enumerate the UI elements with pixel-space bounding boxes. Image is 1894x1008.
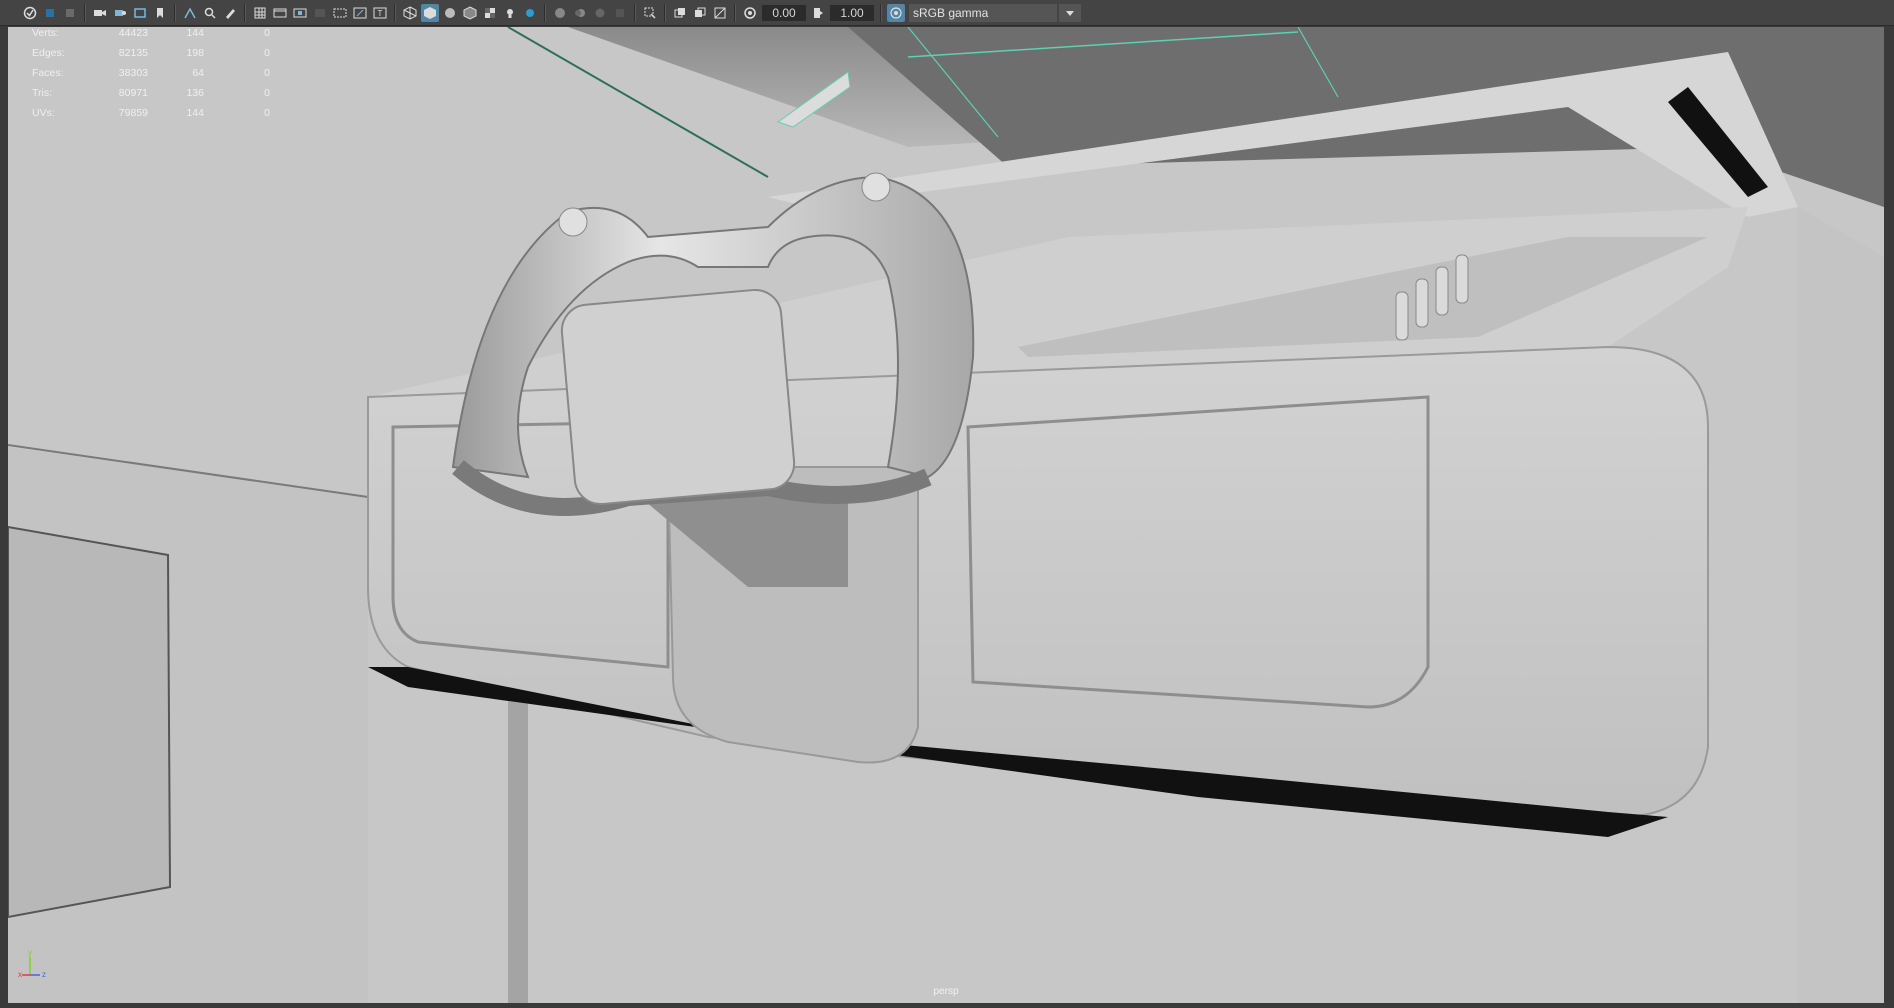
select-camera-icon[interactable] bbox=[21, 4, 39, 22]
hud-value-selected: 64 bbox=[192, 67, 204, 79]
hud-label: Verts: bbox=[32, 27, 59, 39]
chevron-down-icon[interactable] bbox=[1059, 3, 1081, 22]
hud-value-selected: 144 bbox=[186, 27, 204, 39]
resolution-gate-icon[interactable] bbox=[291, 4, 309, 22]
safe-action-icon[interactable] bbox=[351, 4, 369, 22]
depth-of-field-icon[interactable] bbox=[611, 4, 629, 22]
axis-x-label: x bbox=[18, 970, 22, 979]
axis-y-label: y bbox=[28, 948, 32, 957]
camera-icon[interactable] bbox=[91, 4, 109, 22]
camera-tools-group bbox=[20, 0, 80, 26]
xray-joints-icon[interactable] bbox=[691, 4, 709, 22]
hud-label: Faces: bbox=[32, 67, 64, 79]
film-gate-icon[interactable] bbox=[271, 4, 289, 22]
color-management-icon[interactable] bbox=[887, 3, 905, 22]
right-wall bbox=[1798, 207, 1884, 1003]
image-plane-icon[interactable] bbox=[131, 4, 149, 22]
anti-aliasing-icon[interactable] bbox=[591, 4, 609, 22]
hud-value-selected: 136 bbox=[186, 87, 204, 99]
left-wall-panel bbox=[8, 525, 172, 919]
lock-camera-icon[interactable] bbox=[41, 4, 59, 22]
lighting-icon[interactable] bbox=[501, 4, 519, 22]
hud-value-total: 79859 bbox=[118, 107, 148, 119]
hud-value-extra: 0 bbox=[264, 67, 270, 79]
hud-label: Tris: bbox=[32, 87, 53, 99]
gamma-icon[interactable] bbox=[809, 4, 827, 22]
hud-value-total: 44423 bbox=[118, 27, 148, 39]
hud-value-total: 38303 bbox=[118, 67, 148, 79]
motion-blur-icon[interactable] bbox=[571, 4, 589, 22]
field-chart-icon[interactable] bbox=[331, 4, 349, 22]
hud-value-selected: 144 bbox=[186, 107, 204, 119]
axis-z-label: z bbox=[42, 970, 46, 979]
two-d-pan-icon[interactable] bbox=[181, 4, 199, 22]
shaded-wireframe-icon[interactable] bbox=[461, 4, 479, 22]
scene-render[interactable] bbox=[8, 27, 1884, 1003]
toolbar-separator bbox=[664, 3, 666, 22]
bookmark-icon[interactable] bbox=[61, 4, 79, 22]
svg-text:T: T bbox=[378, 9, 383, 18]
safe-title-icon[interactable]: T bbox=[371, 4, 389, 22]
ambient-occlusion-icon[interactable] bbox=[551, 4, 569, 22]
toolbar-separator bbox=[634, 3, 636, 22]
hud-value-total: 82135 bbox=[118, 47, 148, 59]
grease-pencil-icon[interactable] bbox=[221, 4, 239, 22]
gate-mask-icon[interactable] bbox=[311, 4, 329, 22]
color-management-group: sRGB gamma bbox=[886, 0, 1081, 26]
toolbar-separator bbox=[544, 3, 546, 22]
hud-value-selected: 198 bbox=[186, 47, 204, 59]
camera-attributes-icon[interactable] bbox=[111, 4, 129, 22]
shadows-icon[interactable] bbox=[521, 4, 539, 22]
exposure-gamma-group: 0.00 1.00 bbox=[740, 0, 876, 26]
camera-attribute-group bbox=[90, 0, 170, 26]
toolbar-separator bbox=[734, 3, 736, 22]
bookmark-flag-icon[interactable] bbox=[151, 4, 169, 22]
hud-value-total: 80971 bbox=[118, 87, 148, 99]
toolbar-separator bbox=[84, 3, 86, 22]
hud-value-extra: 0 bbox=[264, 87, 270, 99]
exposure-icon[interactable] bbox=[741, 4, 759, 22]
wireframe-icon[interactable] bbox=[401, 4, 419, 22]
viewport-toolbar: T 0.00 1.00 sRGB gamma bbox=[0, 0, 1894, 26]
render-effects-group bbox=[550, 0, 630, 26]
toolbar-separator bbox=[244, 3, 246, 22]
shading-group bbox=[400, 0, 540, 26]
default-material-icon[interactable] bbox=[441, 4, 459, 22]
support-pillar bbox=[508, 667, 528, 1003]
toolbar-separator bbox=[174, 3, 176, 22]
zoom-icon[interactable] bbox=[201, 4, 219, 22]
camera-name-label: persp bbox=[933, 986, 959, 997]
hud-value-extra: 0 bbox=[264, 27, 270, 39]
grid-icon[interactable] bbox=[251, 4, 269, 22]
toolbar-separator bbox=[394, 3, 396, 22]
color-space-dropdown[interactable]: sRGB gamma bbox=[909, 3, 1057, 22]
gamma-field[interactable]: 1.00 bbox=[830, 4, 874, 21]
backface-culling-icon[interactable] bbox=[711, 4, 729, 22]
smooth-shade-icon[interactable] bbox=[421, 3, 439, 22]
pan-zoom-group bbox=[180, 0, 240, 26]
perspective-viewport[interactable]: Verts: 44423 144 0 Edges: 82135 198 0 Fa… bbox=[8, 27, 1884, 1003]
xray-group bbox=[670, 0, 730, 26]
hud-value-extra: 0 bbox=[264, 107, 270, 119]
toolbar-separator bbox=[880, 3, 882, 22]
hud-label: Edges: bbox=[32, 47, 65, 59]
gate-group: T bbox=[250, 0, 390, 26]
isolate-group bbox=[640, 0, 660, 26]
exposure-field[interactable]: 0.00 bbox=[762, 4, 806, 21]
hud-value-extra: 0 bbox=[264, 47, 270, 59]
isolate-select-icon[interactable] bbox=[641, 4, 659, 22]
axis-gizmo-icon: y x z bbox=[18, 945, 58, 985]
hud-label: UVs: bbox=[32, 107, 55, 119]
xray-icon[interactable] bbox=[671, 4, 689, 22]
textured-icon[interactable] bbox=[481, 4, 499, 22]
